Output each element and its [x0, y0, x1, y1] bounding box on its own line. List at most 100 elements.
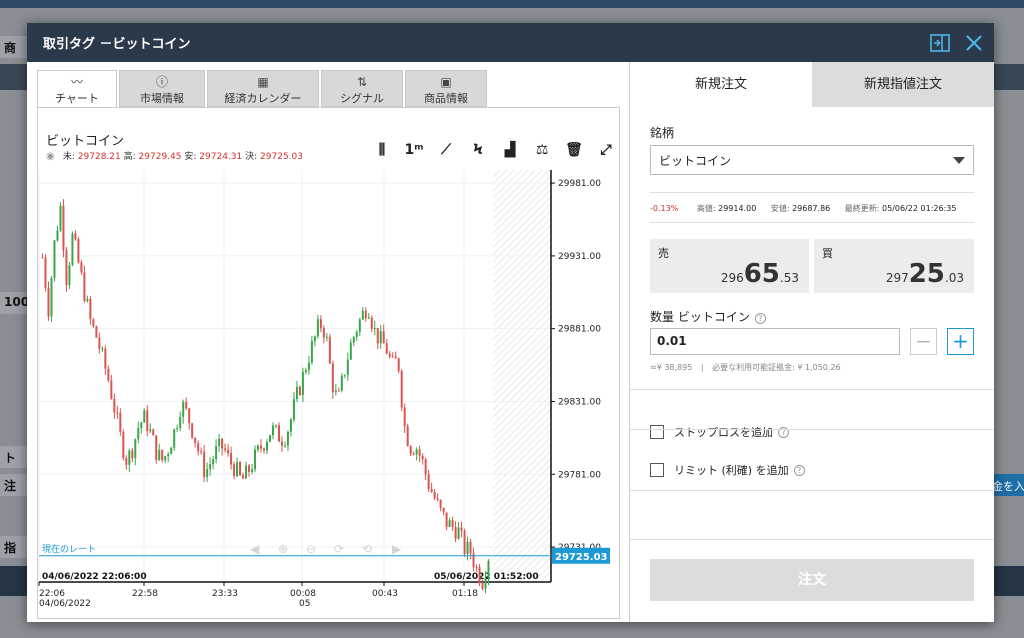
candle-body	[101, 348, 104, 350]
candle-body	[134, 439, 137, 459]
tab-new-order[interactable]: 新規注文	[630, 62, 812, 107]
candle-body	[391, 356, 394, 358]
y-tick-label: 29831.00	[558, 397, 601, 407]
help-icon[interactable]: ?	[754, 313, 766, 324]
candle-body	[260, 445, 263, 449]
tab-product-info[interactable]: ▣ 商品情報	[405, 70, 487, 107]
candle-body	[316, 319, 319, 337]
candle-body	[430, 488, 433, 493]
chart-tabs: 〰 チャート ⓘ 市場情報 ▦ 経済カレンダー ⇅ シグナル ▣ 商品情報	[37, 70, 489, 108]
candle-body	[44, 257, 47, 288]
candle-body	[265, 441, 268, 451]
divider	[630, 539, 994, 540]
candle-body	[62, 205, 65, 251]
place-order-button[interactable]: 注文	[650, 559, 974, 601]
candle-body	[143, 410, 146, 423]
modal-title: 取引タグ －ビットコイン	[43, 37, 191, 52]
buy-price-button[interactable]: 買 29725.03	[814, 239, 974, 293]
candle-body	[80, 262, 83, 273]
candle-body	[89, 299, 92, 320]
zoom-control-icon[interactable]: ⊕	[278, 542, 288, 556]
close-icon[interactable]	[964, 33, 984, 53]
zoom-control-icon[interactable]: ⟲	[362, 542, 372, 556]
sell-price-pips: 65	[743, 259, 780, 289]
candle-body	[227, 449, 230, 454]
x-tick-sublabel: 05	[299, 599, 310, 609]
y-tick-label: 29781.00	[558, 470, 601, 480]
sell-price-button[interactable]: 売 29665.53	[650, 239, 809, 293]
candle-body	[445, 512, 448, 527]
candle-body	[421, 455, 424, 460]
margin-info: ≈¥ 38,895 | 必要な利用可能証拠金: ¥ 1,050.26	[650, 363, 841, 372]
candle-body	[173, 429, 176, 448]
x-tick-label: 22:06	[39, 589, 65, 599]
bg-row-label: 注文	[0, 474, 30, 496]
candle-body	[185, 402, 188, 409]
candle-body	[56, 230, 59, 241]
zoom-control-icon[interactable]: ⊖	[306, 542, 316, 556]
candle-body	[340, 375, 343, 391]
candle-body	[487, 560, 490, 579]
dock-window-icon[interactable]	[930, 33, 950, 53]
symbol-select[interactable]: ビットコイン	[650, 145, 974, 175]
candle-body	[149, 429, 152, 432]
candle-body	[418, 449, 421, 456]
candle-body	[218, 438, 221, 446]
candlestick-chart[interactable]: 29981.00 29931.00 29881.00 29831.00 29781.00…	[38, 108, 621, 620]
candle-body	[92, 319, 95, 327]
help-icon[interactable]: ?	[793, 464, 805, 476]
candle-body	[233, 464, 236, 477]
candle-body	[248, 465, 251, 472]
low-label: 安値:	[770, 204, 790, 213]
candle-body	[277, 425, 280, 442]
zoom-control-icon[interactable]: ⟳	[334, 542, 344, 556]
candle-body	[221, 438, 224, 449]
candle-body	[301, 371, 304, 395]
zoom-control-icon[interactable]: ▶	[392, 542, 402, 556]
candle-body	[409, 446, 412, 454]
candle-body	[283, 445, 286, 447]
quantity-input[interactable]: 0.01	[650, 328, 900, 355]
chart-panel: 〰 チャート ⓘ 市場情報 ▦ 経済カレンダー ⇅ シグナル ▣ 商品情報 ビッ…	[27, 62, 630, 622]
quantity-decrease-button[interactable]: −	[910, 328, 937, 355]
candle-body	[206, 469, 209, 478]
stop-loss-checkbox[interactable]	[650, 425, 664, 439]
limit-checkbox[interactable]	[650, 463, 664, 477]
candle-body	[415, 449, 418, 455]
candle-body	[292, 399, 295, 420]
candle-body	[158, 449, 161, 460]
candle-body	[424, 459, 427, 475]
candle-body	[164, 456, 167, 461]
candle-body	[155, 435, 158, 460]
tab-signal[interactable]: ⇅ シグナル	[321, 70, 403, 107]
candle-body	[382, 331, 385, 344]
candle-body	[182, 402, 185, 417]
candle-body	[451, 520, 454, 527]
candle-body	[319, 319, 322, 329]
candle-body	[140, 422, 143, 429]
candle-body	[194, 437, 197, 444]
tab-economic-calendar[interactable]: ▦ 経済カレンダー	[207, 70, 319, 107]
tab-market-info[interactable]: ⓘ 市場情報	[119, 70, 205, 107]
candle-body	[376, 327, 379, 344]
candle-body	[412, 453, 415, 455]
candle-body	[71, 233, 74, 266]
buy-price-pips: 25	[908, 259, 945, 289]
chart-area[interactable]: ビットコイン ◉ 未: 29728.21 高: 29729.45 安: 2972…	[37, 107, 620, 619]
zoom-control-icon[interactable]: ◀	[250, 542, 260, 556]
limit-row[interactable]: リミット (利確) を追加 ?	[650, 462, 805, 478]
tab-new-limit-order[interactable]: 新規指値注文	[812, 62, 994, 107]
chevron-down-icon	[953, 157, 965, 164]
stop-loss-row[interactable]: ストップロスを追加 ?	[650, 424, 789, 440]
candle-body	[280, 441, 283, 446]
candle-body	[385, 343, 388, 354]
bg-row-label: 商品	[0, 36, 30, 58]
change-percent: -0.13%	[650, 204, 679, 213]
info-icon: ⓘ	[155, 75, 168, 89]
bg-row-label: トコ	[0, 446, 30, 468]
candle-body	[86, 299, 89, 301]
quantity-increase-button[interactable]: +	[947, 328, 974, 355]
candle-body	[328, 336, 331, 364]
tab-chart[interactable]: 〰 チャート	[37, 70, 117, 108]
candle-body	[122, 431, 125, 458]
